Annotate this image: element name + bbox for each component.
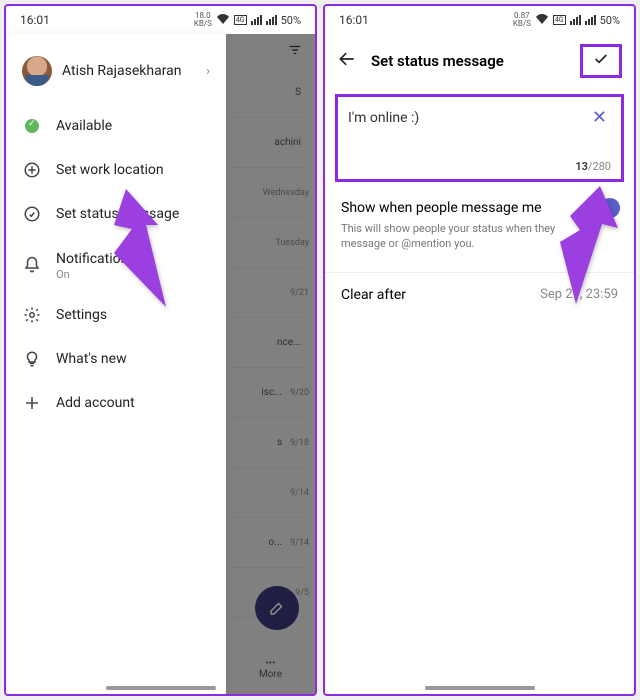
volte-icon: 4G — [553, 15, 566, 25]
clock: 16:01 — [20, 13, 50, 27]
page-title: Set status message — [371, 52, 566, 70]
sidebar-item-settings[interactable]: Settings — [6, 293, 226, 337]
confirm-button[interactable] — [580, 44, 622, 78]
sidebar-item-notifications[interactable]: NotificationsOn — [6, 236, 226, 293]
home-indicator — [425, 686, 535, 690]
sidebar-item-add-account[interactable]: Add account — [6, 381, 226, 425]
edit-status-icon — [22, 204, 42, 224]
home-indicator — [106, 686, 216, 690]
sidebar-item-available[interactable]: Available — [6, 104, 226, 148]
show-when-message-toggle[interactable] — [584, 200, 618, 216]
signal-icon — [585, 15, 596, 25]
volte-icon: 4G — [234, 15, 247, 25]
clock: 16:01 — [339, 13, 369, 27]
background-chat-list: SachiniWednesdayTuesday9/21nce...isc...9… — [226, 34, 315, 694]
phone-left: 16:01 18.0KB/S 4G 50% Atish Rajasekharan… — [4, 4, 317, 696]
back-button[interactable] — [337, 49, 357, 73]
battery-text: 50% — [600, 14, 620, 27]
sidebar-item-work-location[interactable]: Set work location — [6, 148, 226, 192]
battery-text: 50% — [281, 14, 301, 27]
clear-after-label: Clear after — [341, 287, 406, 303]
toggle-label: Show when people message me — [341, 200, 542, 216]
clear-after-value: Sep 29, 23:59 — [540, 287, 618, 303]
presence-available-icon — [22, 116, 42, 136]
bell-icon — [22, 255, 42, 275]
gear-icon — [22, 305, 42, 325]
toggle-hint: This will show people your status when t… — [341, 222, 591, 252]
clear-input-button[interactable]: ✕ — [588, 105, 611, 130]
more-tab[interactable]: •••More — [226, 658, 315, 680]
chevron-right-icon: › — [206, 64, 210, 79]
location-icon — [22, 160, 42, 180]
profile-name: Atish Rajasekharan — [62, 63, 196, 79]
signal-icon — [251, 15, 262, 25]
signal-icon — [266, 15, 277, 25]
plus-icon — [22, 393, 42, 413]
signal-icon — [570, 15, 581, 25]
wifi-icon — [216, 13, 230, 27]
sidebar-item-whats-new[interactable]: What's new — [6, 337, 226, 381]
wifi-icon — [535, 13, 549, 27]
lightbulb-icon — [22, 349, 42, 369]
filter-icon[interactable] — [287, 42, 303, 61]
status-input-card: I'm online :) ✕ 13/280 — [335, 94, 624, 182]
clear-after-row[interactable]: Clear after Sep 29, 23:59 — [325, 272, 634, 317]
avatar — [22, 56, 52, 86]
status-input[interactable]: I'm online :) — [348, 110, 588, 126]
status-bar: 16:01 18.0KB/S 4G 50% — [6, 6, 315, 34]
profile-row[interactable]: Atish Rajasekharan › — [6, 46, 226, 104]
phone-right: 16:01 0.87KB/S 4G 50% Set status message… — [323, 4, 636, 696]
sidebar-item-status-message[interactable]: Set status message — [6, 192, 226, 236]
compose-fab[interactable] — [255, 586, 299, 630]
sidebar: Atish Rajasekharan › Available Set work … — [6, 34, 226, 694]
status-bar: 16:01 0.87KB/S 4G 50% — [325, 6, 634, 34]
char-counter: 13/280 — [348, 160, 611, 173]
